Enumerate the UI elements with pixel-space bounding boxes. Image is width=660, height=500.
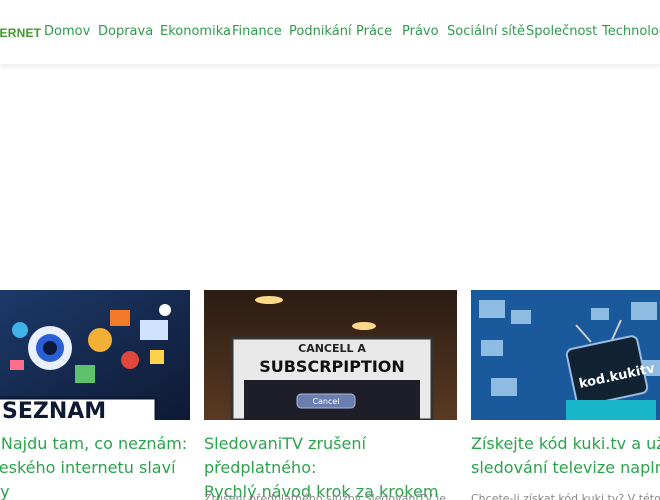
site-logo[interactable]: TERNET	[0, 26, 41, 40]
article-card[interactable]: SEZNAM - Najdu tam, co neznám: českého i…	[0, 290, 190, 500]
article-title[interactable]: Získejte kód kuki.tv a užijte sledování …	[471, 432, 660, 480]
nav-item-spolecnost[interactable]: Společnost	[526, 22, 597, 42]
article-thumbnail[interactable]: CANCELL A SUBSCRPIPTION Cancel	[204, 290, 457, 420]
svg-text:Cancel: Cancel	[312, 397, 339, 406]
article-card[interactable]: CANCELL A SUBSCRPIPTION Cancel Sledovani…	[204, 290, 457, 500]
svg-text:CANCELL A: CANCELL A	[298, 342, 366, 355]
svg-text:SEZNAM: SEZNAM	[2, 399, 106, 420]
article-thumbnail[interactable]: kod.kukitv	[471, 290, 660, 420]
article-thumbnail[interactable]: SEZNAM	[0, 290, 190, 420]
svg-text:SUBSCRPIPTION: SUBSCRPIPTION	[259, 357, 405, 376]
ad-placeholder	[0, 64, 660, 290]
site-header: TERNET Domov Doprava Ekonomika Finance P…	[0, 0, 660, 64]
article-excerpt: Zrušení předplatného služby SledovaniTV …	[204, 492, 457, 500]
article-excerpt: Chcete-li získat kód kuki.tv? V této pří…	[471, 492, 660, 500]
nav-item-pravo[interactable]: Právo	[402, 22, 439, 42]
nav-item-doprava[interactable]: Doprava	[98, 22, 153, 42]
nav-item-prace[interactable]: Práce	[356, 22, 392, 42]
nav-item-socialni-site[interactable]: Sociální sítě	[447, 22, 525, 42]
nav-item-technologie[interactable]: Technolog	[602, 22, 660, 42]
nav-item-podnikani[interactable]: Podnikání	[289, 22, 352, 42]
article-title[interactable]: - Najdu tam, co neznám: českého internet…	[0, 432, 190, 500]
nav-item-ekonomika[interactable]: Ekonomika	[160, 22, 231, 42]
nav-item-finance[interactable]: Finance	[232, 22, 282, 42]
article-title[interactable]: SledovaniTV zrušení předplatného: Rychlý…	[204, 432, 457, 500]
nav-item-domov[interactable]: Domov	[44, 22, 90, 42]
page: TERNET Domov Doprava Ekonomika Finance P…	[0, 0, 660, 500]
article-card[interactable]: kod.kukitv Získejte kód kuki.tv a užijte…	[471, 290, 660, 500]
